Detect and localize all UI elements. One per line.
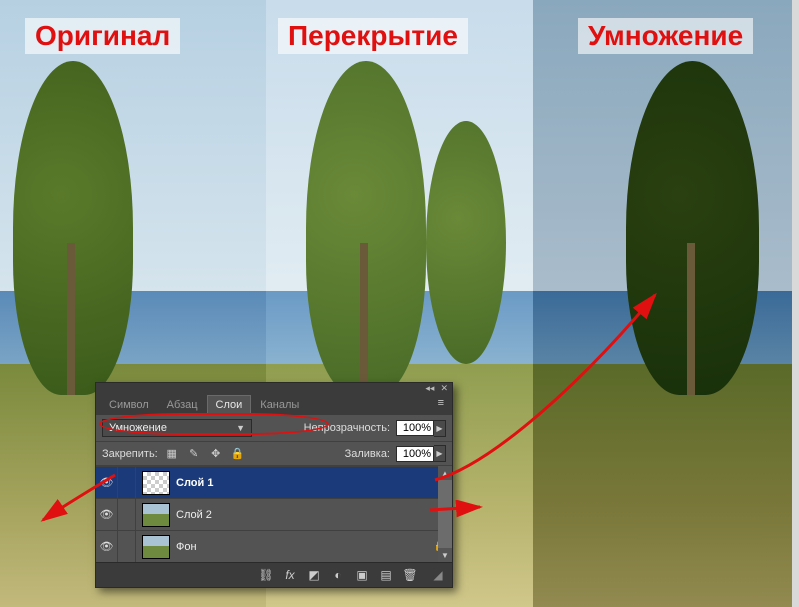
link-column[interactable] bbox=[118, 499, 136, 530]
opacity-flyout-icon[interactable]: ▶ bbox=[434, 420, 446, 437]
blend-mode-select[interactable]: Умножение ▼ bbox=[102, 419, 252, 437]
fill-flyout-icon[interactable]: ▶ bbox=[434, 445, 446, 462]
layer-name[interactable]: Фон bbox=[176, 541, 434, 553]
link-column[interactable] bbox=[118, 467, 136, 498]
eye-icon: 👁 bbox=[100, 540, 114, 553]
panel-footer: ⛓ fx ◩ ◐ ▣ ▤ 🗑 ◢ bbox=[96, 562, 452, 587]
scroll-down-icon[interactable]: ▼ bbox=[438, 548, 452, 562]
visibility-toggle[interactable]: 👁 bbox=[96, 531, 118, 562]
close-icon[interactable]: ✕ bbox=[440, 383, 448, 394]
resize-grip-icon[interactable]: ◢ bbox=[428, 566, 448, 584]
lock-transparency-icon[interactable]: ▦ bbox=[164, 446, 180, 462]
link-layers-button[interactable]: ⛓ bbox=[256, 566, 276, 584]
layer-name[interactable]: Слой 2 bbox=[176, 509, 452, 521]
label-original: Оригинал bbox=[25, 18, 180, 54]
opacity-label: Непрозрачность: bbox=[304, 422, 390, 434]
layer-list: 👁 Слой 1 👁 Слой 2 👁 Фон 🔒 ▲ ▼ bbox=[96, 466, 452, 562]
layer-thumbnail[interactable] bbox=[142, 503, 170, 527]
layer-row[interactable]: 👁 Фон 🔒 bbox=[96, 530, 452, 562]
lock-pixels-icon[interactable]: ✎ bbox=[186, 446, 202, 462]
lock-label: Закрепить: bbox=[102, 448, 158, 460]
layer-scrollbar[interactable]: ▲ ▼ bbox=[438, 466, 452, 562]
scroll-up-icon[interactable]: ▲ bbox=[438, 466, 452, 480]
fill-label: Заливка: bbox=[345, 448, 390, 460]
tab-symbol[interactable]: Символ bbox=[100, 395, 158, 415]
layer-fx-button[interactable]: fx bbox=[280, 566, 300, 584]
adjustment-layer-button[interactable]: ◐ bbox=[328, 566, 348, 584]
lock-position-icon[interactable]: ✥ bbox=[208, 446, 224, 462]
document-scrollbar[interactable] bbox=[792, 0, 799, 607]
lock-all-icon[interactable]: 🔒 bbox=[230, 446, 246, 462]
visibility-toggle[interactable]: 👁 bbox=[96, 467, 118, 498]
layer-name[interactable]: Слой 1 bbox=[176, 477, 452, 489]
layer-thumbnail[interactable] bbox=[142, 471, 170, 495]
collapse-icon[interactable]: ◂◂ bbox=[425, 383, 434, 394]
tab-channels[interactable]: Каналы bbox=[251, 395, 308, 415]
link-column[interactable] bbox=[118, 531, 136, 562]
layer-row[interactable]: 👁 Слой 2 bbox=[96, 498, 452, 530]
delete-layer-button[interactable]: 🗑 bbox=[400, 566, 420, 584]
fill-input[interactable] bbox=[396, 446, 434, 462]
visibility-toggle[interactable]: 👁 bbox=[96, 499, 118, 530]
label-multiply: Умножение bbox=[578, 18, 753, 54]
eye-icon: 👁 bbox=[100, 476, 114, 489]
tab-layers[interactable]: Слои bbox=[207, 395, 252, 415]
layers-panel: ◂◂ ✕ Символ Абзац Слои Каналы ≡ Умножени… bbox=[95, 382, 453, 588]
blend-mode-value: Умножение bbox=[109, 422, 167, 434]
layer-row[interactable]: 👁 Слой 1 bbox=[96, 466, 452, 498]
add-mask-button[interactable]: ◩ bbox=[304, 566, 324, 584]
new-layer-button[interactable]: ▤ bbox=[376, 566, 396, 584]
sample-multiply bbox=[533, 0, 799, 607]
panel-tabs: Символ Абзац Слои Каналы ≡ bbox=[96, 393, 452, 415]
group-button[interactable]: ▣ bbox=[352, 566, 372, 584]
panel-titlebar[interactable]: ◂◂ ✕ bbox=[96, 383, 452, 393]
label-overlay: Перекрытие bbox=[278, 18, 468, 54]
tab-paragraph[interactable]: Абзац bbox=[158, 395, 207, 415]
opacity-input[interactable] bbox=[396, 420, 434, 436]
layer-thumbnail[interactable] bbox=[142, 535, 170, 559]
eye-icon: 👁 bbox=[100, 508, 114, 521]
panel-menu-icon[interactable]: ≡ bbox=[434, 395, 448, 415]
chevron-down-icon: ▼ bbox=[236, 423, 245, 433]
